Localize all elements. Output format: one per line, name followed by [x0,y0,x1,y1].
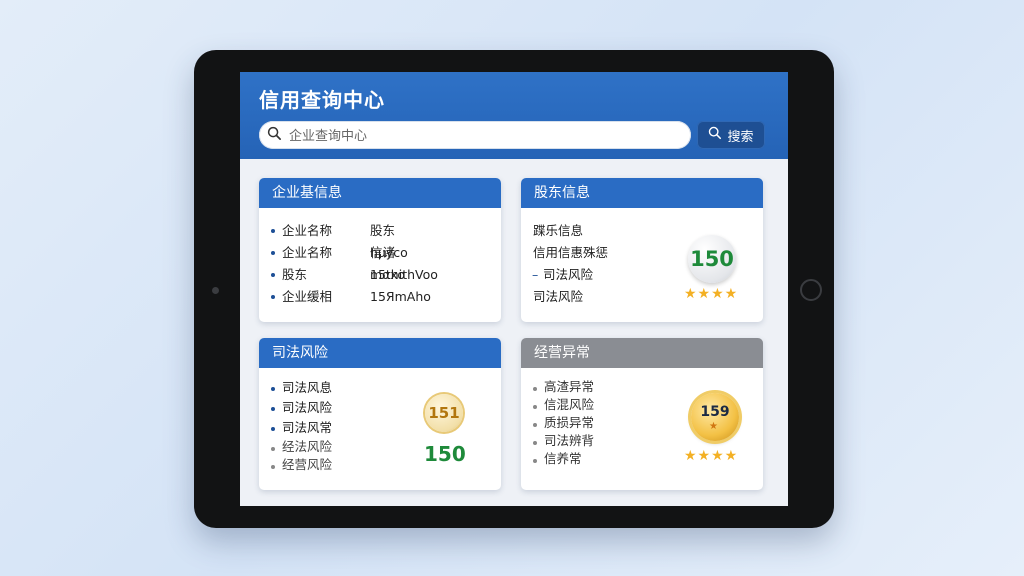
card-title: 经营异常 [521,338,763,368]
credit-score-ball: 150 [688,235,736,283]
search-input[interactable] [287,125,681,147]
home-button[interactable] [800,279,822,301]
info-list: 蹀乐信息 信用信惠殊惩 司法风险 司法风险 [532,220,609,308]
rating-stars: ★★★★ [684,448,739,464]
row-value: 15ЯmAho [370,289,431,304]
badge-label: 159 [700,404,730,420]
info-list: 企业名称 股东hμyco 企业名称 信诸mαxo 股东 15thithVoo 企业缓相… [271,220,438,308]
list-item: 司法风险 [533,289,584,304]
info-list: 司法风息 司法风险 司法风常 经法风险 经营风险 [271,378,332,474]
card-title: 股东信息 [521,178,763,208]
card-basic-info[interactable]: 企业基信息 企业名称 股东hμyco 企业名称 信诸mαxo 股东 15thithVo… [259,178,501,322]
score-coin-icon: 151 [425,394,463,432]
list-item: 司法辨背 [533,432,594,450]
list-item: 蹀乐信息 [533,223,584,238]
badge-star-icon: ★ [709,421,718,432]
app-screen: 信用查询中心 搜索 企业基信息 企业名称股东hμyco 企业名称信诸mαxo 股… [240,72,788,506]
front-camera [212,287,219,294]
card-judicial-risk[interactable]: 司法风险 司法风息 司法风险 司法风常 经法风险 经营风险 151 150 [259,338,501,490]
row-label: 企业缓相 [282,289,333,304]
row-label: 企业名称 [282,245,333,260]
app-header: 信用查询中心 搜索 [240,72,788,159]
search-icon [267,126,282,145]
card-abnormal[interactable]: 经营异常 高渣异常 信混风险 质损异常 司法辨背 信养常 159 ★ ★★★★ [521,338,763,490]
list-item: 司法风险 [271,398,332,418]
search-button-icon [708,126,722,144]
list-item: 股东 15thithVoo [271,264,438,286]
search-button[interactable]: 搜索 [697,121,765,149]
list-item: 信用信惠殊惩 [533,245,609,260]
rating-stars: ★★★★ [684,286,739,302]
card-title: 企业基信息 [259,178,501,208]
list-item: 信养常 [533,450,594,468]
list-item: 企业名称 信诸mαxo [271,242,405,282]
search-bar[interactable] [259,121,691,149]
info-list: 高渣异常 信混风险 质损异常 司法辨背 信养常 [533,378,594,468]
card-title: 司法风险 [259,338,501,368]
app-title: 信用查询中心 [259,88,385,112]
risk-score: 150 [424,442,466,466]
tablet-device: 信用查询中心 搜索 企业基信息 企业名称股东hμyco 企业名称信诸mαxo 股… [194,50,834,528]
card-shareholder[interactable]: 股东信息 蹀乐信息 信用信惠殊惩 司法风险 司法风险 150 ★★★★ [521,178,763,322]
list-item: 信混风险 [533,396,594,414]
list-item: 司法风险 [532,264,608,286]
search-button-label: 搜索 [727,129,754,145]
row-label: 企业名称 [282,223,333,238]
list-item: 企业缓相 15ЯmAho [271,286,431,308]
list-item: 经法风险 [271,438,332,456]
award-badge-icon: 159 ★ [691,393,739,441]
list-item: 司法风息 [271,378,332,398]
list-item: 企业名称 股东hμyco [271,220,408,260]
list-item: 质损异常 [533,414,594,432]
row-label: 股东 [282,267,308,282]
list-item: 经营风险 [271,456,332,474]
list-item: 高渣异常 [533,378,594,396]
row-value: 15thithVoo [370,267,438,282]
list-item: 司法风常 [271,418,332,438]
